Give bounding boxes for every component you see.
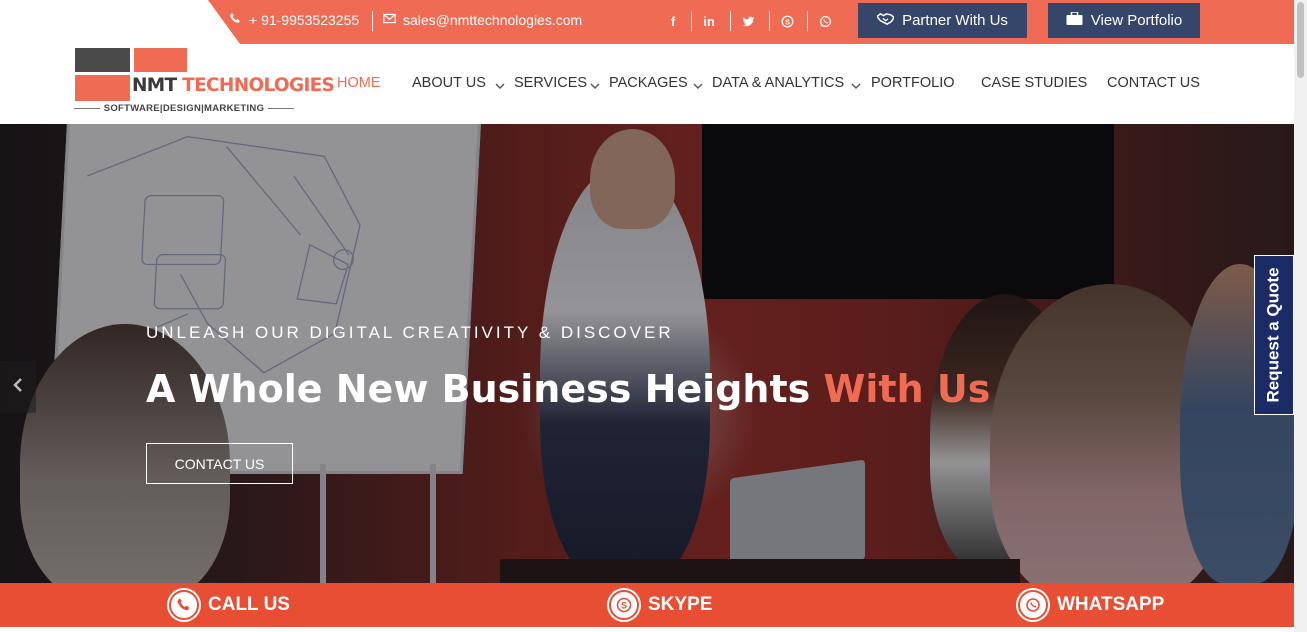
- svg-text:S: S: [785, 17, 790, 26]
- scrollbar-thumb[interactable]: [1297, 2, 1304, 78]
- handshake-icon: [875, 12, 896, 30]
- main-nav: HOME ABOUT US SERVICES PACKAGES DATA & A…: [0, 75, 1300, 95]
- chevron-left-icon: [12, 377, 24, 398]
- skype-icon[interactable]: S: [776, 11, 798, 31]
- chevron-down-icon[interactable]: [851, 78, 861, 89]
- divider: [769, 11, 770, 31]
- portfolio-label: View Portfolio: [1090, 12, 1183, 29]
- phone-contact[interactable]: + 91-9953523255: [229, 12, 359, 28]
- facebook-icon[interactable]: f: [662, 11, 684, 31]
- request-quote-label: Request a Quote: [1264, 267, 1283, 403]
- hero-overlay: [0, 124, 1294, 584]
- skype-label: SKYPE: [648, 594, 713, 615]
- divider: [691, 11, 692, 31]
- partner-with-us-button[interactable]: Partner With Us: [858, 3, 1027, 38]
- whatsapp-button[interactable]: WHATSAPP: [1016, 588, 1164, 622]
- nav-item-portfolio[interactable]: PORTFOLIO: [871, 75, 955, 91]
- svg-text:S: S: [621, 601, 627, 611]
- email-contact[interactable]: sales@nmttechnologies.com: [383, 12, 582, 28]
- chevron-down-icon[interactable]: [590, 78, 600, 89]
- logo-block: [134, 48, 187, 72]
- nav-item-case-studies[interactable]: CASE STUDIES: [981, 75, 1087, 91]
- divider: [730, 11, 731, 31]
- nav-item-home[interactable]: HOME: [337, 75, 381, 91]
- chevron-down-icon[interactable]: [693, 78, 703, 89]
- phone-number: + 91-9953523255: [249, 12, 360, 28]
- request-quote-tab[interactable]: Request a Quote: [1254, 255, 1294, 415]
- bottom-contact-bar: CALL US S SKYPE WHATSAPP: [0, 583, 1294, 627]
- partner-label: Partner With Us: [902, 12, 1008, 29]
- hero-slider: UNLEASH OUR DIGITAL CREATIVITY & DISCOVE…: [0, 124, 1294, 584]
- nav-item-about-us[interactable]: ABOUT US: [412, 75, 486, 91]
- whatsapp-icon: [1016, 588, 1050, 622]
- chevron-down-icon[interactable]: [495, 78, 505, 89]
- envelope-icon: [383, 12, 396, 28]
- call-us-button[interactable]: CALL US: [167, 588, 290, 622]
- divider: [372, 11, 373, 31]
- nav-item-contact-us[interactable]: CONTACT US: [1107, 75, 1200, 91]
- hero-eyebrow: UNLEASH OUR DIGITAL CREATIVITY & DISCOVE…: [146, 323, 674, 342]
- page: + 91-9953523255 sales@nmttechnologies.co…: [0, 0, 1307, 632]
- nav-item-services[interactable]: SERVICES: [514, 75, 587, 91]
- phone-icon: [229, 12, 242, 28]
- view-portfolio-button[interactable]: View Portfolio: [1048, 3, 1200, 38]
- nav-item-packages[interactable]: PACKAGES: [609, 75, 688, 91]
- hero-headline: A Whole New Business Heights With Us: [146, 367, 991, 411]
- whatsapp-icon[interactable]: [814, 11, 836, 31]
- divider: [268, 108, 294, 109]
- divider: [807, 11, 808, 31]
- logo-tagline: SOFTWARE|DESIGN|MARKETING: [103, 103, 265, 114]
- skype-button[interactable]: S SKYPE: [607, 588, 712, 622]
- hero-contact-button[interactable]: CONTACT US: [146, 443, 293, 484]
- nav-item-data-analytics[interactable]: DATA & ANALYTICS: [712, 75, 844, 91]
- slider-prev-button[interactable]: [0, 361, 36, 413]
- phone-icon: [167, 588, 201, 622]
- skype-icon: S: [607, 588, 641, 622]
- call-us-label: CALL US: [208, 594, 290, 615]
- email-address: sales@nmttechnologies.com: [403, 12, 583, 28]
- twitter-icon[interactable]: [737, 11, 759, 31]
- linkedin-icon[interactable]: in: [698, 11, 720, 31]
- briefcase-icon: [1066, 10, 1083, 30]
- whatsapp-label: WHATSAPP: [1057, 594, 1165, 615]
- logo-block: [75, 48, 130, 72]
- page-scrollbar[interactable]: [1294, 0, 1307, 632]
